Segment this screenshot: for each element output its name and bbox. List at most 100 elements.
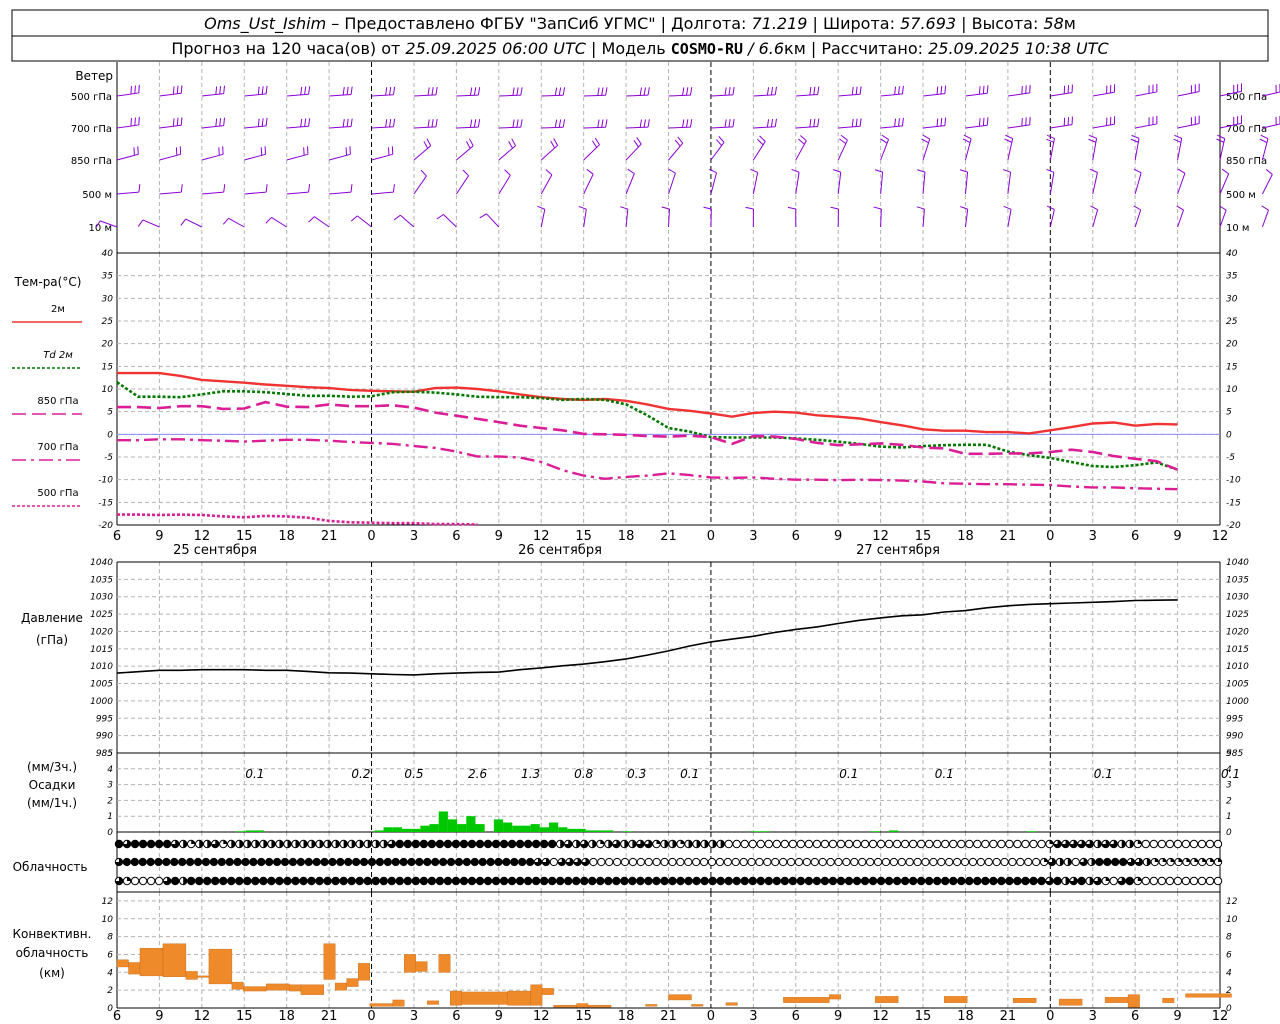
- wind-barb: [443, 214, 457, 228]
- conv-xtick: 9: [495, 1009, 503, 1024]
- wind-barb-flag: [1002, 169, 1011, 173]
- cloud-symbol-sector: [1049, 840, 1054, 844]
- cloud-symbol: [1165, 876, 1175, 886]
- cloud-symbol: [981, 839, 990, 849]
- wind-barb: [1134, 172, 1142, 195]
- wind-barb: [626, 94, 649, 97]
- wind-barb-flag: [426, 138, 432, 147]
- wind-barb: [540, 144, 558, 161]
- cloud-symbol-fill: [516, 877, 524, 885]
- precip-ytick-right: 1: [1226, 812, 1232, 822]
- cloud-symbol: [852, 839, 862, 849]
- wind-barb: [371, 191, 394, 195]
- precip-bar: [236, 831, 246, 832]
- wind-barb-flag: [473, 119, 477, 128]
- wind-barb: [286, 93, 309, 97]
- wind-barb-flag: [894, 118, 897, 127]
- precip-bar: [420, 825, 430, 832]
- wind-barb: [1261, 174, 1273, 195]
- cloud-symbol-fill: [596, 877, 605, 885]
- wind-barb-flag: [759, 135, 766, 142]
- wind-barb: [880, 208, 882, 228]
- wind-barb: [371, 153, 393, 161]
- wind-barb: [201, 153, 224, 161]
- cloud-symbol-fill: [732, 877, 741, 885]
- wind-barb: [413, 145, 432, 161]
- cloud-symbol-fill: [360, 858, 368, 866]
- cloud-symbol-fill: [211, 877, 219, 885]
- cloud-symbol: [804, 839, 814, 849]
- wind-barb-flag: [436, 214, 444, 220]
- cloud-symbol-fill: [203, 877, 211, 885]
- cloud-symbol-fill: [328, 858, 337, 866]
- cloud-symbol-fill: [291, 877, 300, 885]
- wind-barb-flag: [342, 87, 345, 96]
- cloud-symbol: [1024, 857, 1033, 867]
- temp-series-line: [117, 400, 1179, 471]
- cloud-symbol-fill: [1037, 877, 1046, 885]
- pressure-ytick-right: 1030: [1226, 593, 1249, 603]
- wind-barb-flag: [718, 136, 725, 143]
- precip-bar: [576, 828, 586, 832]
- cloud-symbol-fill: [368, 858, 376, 866]
- wind-barb-flag: [686, 87, 689, 96]
- temp-series-line: [117, 513, 478, 526]
- precip-bar: [512, 825, 522, 832]
- convective-bar: [553, 1005, 577, 1008]
- cloud-symbol-fill: [407, 858, 416, 866]
- wind-barb-flag: [1260, 134, 1269, 140]
- cloud-symbol: [612, 857, 622, 867]
- cloud-symbol: [724, 839, 733, 849]
- conv-xtick: 9: [1173, 1009, 1181, 1024]
- header-line-2: Прогноз на 120 часа(ов) от 25.09.2025 06…: [171, 39, 1109, 58]
- precip-unit-3h: (мм/3ч.): [27, 760, 77, 774]
- wind-barb: [371, 126, 394, 129]
- wind-barb: [1050, 92, 1073, 97]
- cloud-symbol: [788, 839, 798, 849]
- wind-barb-flag: [562, 119, 566, 128]
- wind-barb-flag: [516, 87, 519, 96]
- wind-barb-flag: [916, 206, 925, 210]
- temp-ytick-left: 10: [102, 385, 114, 395]
- wind-barb-flag: [597, 87, 600, 96]
- header-line-1: Oms_Ust_Ishim – Предоставлено ФГБУ "ЗапС…: [204, 14, 1076, 34]
- cloud-symbol-fill: [249, 858, 258, 866]
- cloud-symbol-fill: [636, 877, 645, 885]
- wind-barb-flag: [620, 206, 628, 210]
- latitude-label: | Широта:: [807, 14, 900, 33]
- cloud-symbol: [973, 839, 982, 849]
- conv-ytick-right: 6: [1226, 950, 1232, 960]
- wind-barb-flag: [308, 118, 311, 127]
- wind-barb-flag: [750, 168, 758, 173]
- conv-xtick: 3: [1089, 1009, 1097, 1024]
- cloud-symbol: [1157, 876, 1167, 886]
- cloud-symbol-fill: [420, 840, 428, 848]
- temp-xtick: 0: [707, 529, 715, 544]
- cloud-symbol: [1016, 857, 1025, 867]
- cloud-symbol-fill: [797, 877, 805, 885]
- conv-xtick: 18: [278, 1009, 295, 1024]
- wind-barb-flag: [508, 141, 513, 149]
- wind-barb: [116, 124, 139, 129]
- convective-bar: [449, 990, 462, 1006]
- precip-bar: [870, 831, 880, 832]
- cloud-symbol-sector: [1210, 858, 1214, 862]
- cloud-symbol-fill: [235, 877, 244, 885]
- cloud-symbol: [130, 876, 140, 886]
- temp-ytick-left: -20: [98, 521, 113, 531]
- precip-ytick-left: 2: [107, 796, 113, 806]
- wind-barb-flag: [558, 87, 562, 96]
- wind-barb-flag: [677, 136, 684, 144]
- precip-bar: [585, 830, 595, 832]
- wind-barb-flag: [304, 118, 307, 127]
- wind-barb-flag: [257, 86, 260, 95]
- convective-bar: [1185, 993, 1232, 998]
- cloud-symbol-fill: [162, 858, 171, 866]
- convective-bar: [645, 1004, 658, 1007]
- wind-barb: [456, 145, 474, 161]
- wind-barb-flag: [859, 118, 862, 127]
- convective-bar: [461, 991, 508, 1005]
- wind-barb: [880, 93, 903, 97]
- cloud-symbol-fill: [210, 858, 218, 866]
- wind-barb-flag: [550, 140, 556, 149]
